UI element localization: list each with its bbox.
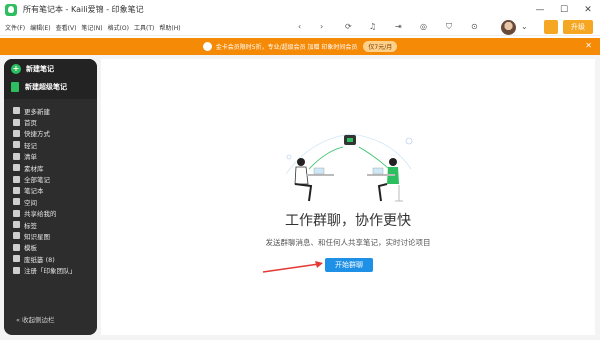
upgrade-label: 升级 [571, 23, 585, 31]
sidebar-item-templates[interactable]: 模板 [4, 242, 97, 253]
sidebar-item-notebooks[interactable]: 笔记本 [4, 185, 97, 196]
team-icon [13, 266, 20, 274]
sidebar-item-label: 轻记 [24, 141, 37, 150]
trash-icon [13, 255, 20, 263]
notebook-icon [13, 186, 20, 194]
menu-help[interactable]: 帮助(H) [159, 23, 180, 32]
sidebar-item-home[interactable]: 首页 [4, 116, 97, 127]
close-icon[interactable]: ✕ [576, 0, 600, 19]
sidebar-item-label: 快捷方式 [24, 130, 50, 139]
super-note-icon [11, 82, 19, 92]
menu-format[interactable]: 格式(O) [108, 23, 129, 32]
gift-icon[interactable] [544, 20, 558, 34]
bell-icon[interactable]: ♫ [369, 22, 376, 31]
checklist-icon [13, 152, 20, 160]
sidebar-item-tags[interactable]: 标签 [4, 219, 97, 230]
new-note-button[interactable]: + 新建笔记 [11, 64, 54, 74]
new-super-note-label: 新建超级笔记 [25, 83, 67, 91]
sidebar-item-label: 空间 [24, 198, 37, 207]
sidebar-item-graph[interactable]: 知识星图 [4, 230, 97, 241]
export-icon[interactable]: ⇥ [395, 22, 402, 31]
new-super-note-button[interactable]: 新建超级笔记 [11, 82, 67, 92]
sidebar-item-more-new[interactable]: 更多新建 [4, 105, 97, 116]
sidebar-item-label: 共享给我的 [24, 210, 57, 219]
promo-close-icon[interactable]: ✕ [585, 41, 592, 50]
space-icon [13, 198, 20, 206]
sidebar-item-label: 标签 [24, 221, 37, 230]
sidebar-item-label: 注册「印象团队」 [24, 267, 76, 276]
back-icon[interactable]: ‹ [298, 22, 301, 31]
sidebar-item-label: 素材库 [24, 164, 44, 173]
sidebar-item-spaces[interactable]: 空间 [4, 196, 97, 207]
sidebar-item-label: 知识星图 [24, 232, 50, 241]
page-heading: 工作群聊，协作更快 [285, 213, 411, 229]
chevron-down-icon[interactable]: ⌄ [521, 22, 528, 31]
chat-illustration [285, 133, 413, 202]
sync-icon[interactable]: ⟳ [345, 22, 352, 31]
promo-icon [202, 42, 212, 51]
promo-banner[interactable]: 金卡会员限时5折，专业/超级会员 加赠 印象时间会员 仅7元/月 ✕ [0, 38, 600, 55]
menu-view[interactable]: 查看(V) [56, 23, 77, 32]
window-title: 所有笔记本 - Kaili爱锦 - 印象笔记 [23, 5, 144, 14]
shared-icon [13, 209, 20, 217]
collapse-label: 收起侧边栏 [22, 316, 55, 324]
sidebar-item-library[interactable]: 素材库 [4, 162, 97, 173]
shield-icon[interactable]: ⛉ [446, 22, 452, 32]
home-icon [13, 118, 20, 126]
sidebar-item-label: 更多新建 [24, 107, 50, 116]
pencil-icon [13, 141, 20, 149]
main-content: 工作群聊，协作更快 发送群聊消息、和任何人共享笔记，实时讨论项目 开始群聊 [101, 59, 595, 335]
start-group-chat-button[interactable]: 开始群聊 [325, 258, 373, 272]
sidebar: + 新建笔记 新建超级笔记 更多新建 首页 快捷方式 轻记 清单 素材库 全部笔… [4, 59, 97, 335]
sidebar-list: 更多新建 首页 快捷方式 轻记 清单 素材库 全部笔记 笔记本 空间 共享给我的… [4, 105, 97, 276]
settings-icon[interactable]: ◎ [420, 22, 427, 31]
sidebar-item-team[interactable]: 注册「印象团队」 [4, 264, 97, 275]
collapse-sidebar-button[interactable]: « 收起侧边栏 [16, 314, 55, 324]
new-note-label: 新建笔记 [26, 65, 54, 73]
minimize-icon[interactable]: — [528, 0, 552, 19]
sidebar-item-all-notes[interactable]: 全部笔记 [4, 173, 97, 184]
library-icon [13, 164, 20, 172]
title-bar: 所有笔记本 - Kaili爱锦 - 印象笔记 — ☐ ✕ [0, 0, 600, 19]
sidebar-item-label: 首页 [24, 119, 37, 128]
menu-tools[interactable]: 工具(T) [134, 23, 154, 32]
sidebar-item-label: 清单 [24, 153, 37, 162]
sidebar-item-quick-notes[interactable]: 轻记 [4, 139, 97, 150]
discover-icon[interactable]: ⊙ [471, 22, 478, 31]
tag-icon [13, 221, 20, 229]
promo-price-tag[interactable]: 仅7元/月 [363, 41, 398, 52]
app-logo-icon [5, 3, 17, 16]
red-arrow-icon [262, 261, 323, 273]
sidebar-item-label: 全部笔记 [24, 176, 50, 185]
avatar[interactable] [501, 20, 516, 35]
page-subtitle: 发送群聊消息、和任何人共享笔记，实时讨论项目 [265, 238, 431, 247]
menu-file[interactable]: 文件(F) [5, 23, 25, 32]
notes-icon [13, 175, 20, 183]
window-controls: — ☐ ✕ [528, 0, 600, 19]
sidebar-item-label: 废纸篓 (8) [24, 255, 55, 264]
template-icon [13, 243, 20, 251]
sidebar-item-label: 模板 [24, 244, 37, 253]
sidebar-item-trash[interactable]: 废纸篓 (8) [4, 253, 97, 264]
sidebar-header: + 新建笔记 新建超级笔记 [4, 59, 97, 99]
star-icon [13, 129, 20, 137]
plus-icon: + [11, 64, 21, 74]
promo-text: 金卡会员限时5折，专业/超级会员 加赠 印象时间会员 [215, 44, 358, 51]
graph-icon [13, 232, 20, 240]
grid-icon [13, 107, 20, 115]
forward-icon[interactable]: › [320, 22, 323, 31]
menu-edit[interactable]: 编辑(E) [30, 23, 50, 32]
sidebar-item-shortcuts[interactable]: 快捷方式 [4, 128, 97, 139]
sidebar-item-shared[interactable]: 共享给我的 [4, 208, 97, 219]
sidebar-item-checklist[interactable]: 清单 [4, 151, 97, 162]
sidebar-item-label: 笔记本 [24, 187, 44, 196]
menu-note[interactable]: 笔记(N) [81, 23, 102, 32]
upgrade-button[interactable]: 升级 [563, 20, 593, 34]
maximize-icon[interactable]: ☐ [552, 0, 576, 19]
